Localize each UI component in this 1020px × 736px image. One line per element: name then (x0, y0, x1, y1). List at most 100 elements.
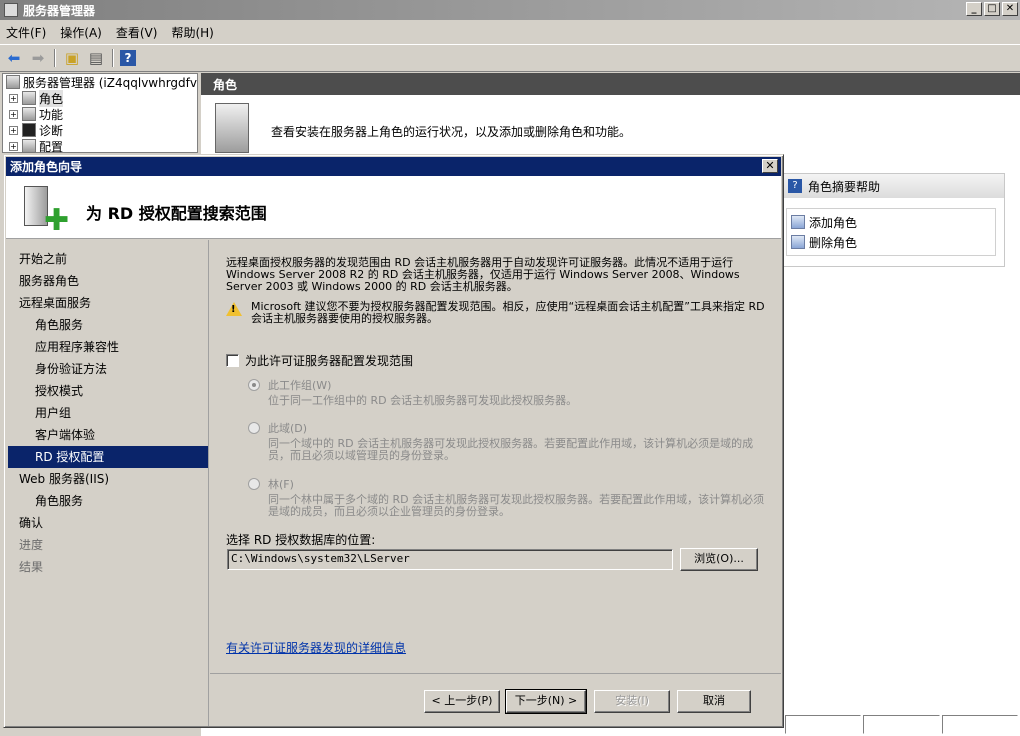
minimize-button[interactable]: _ (966, 2, 982, 16)
status-bar (783, 713, 1020, 736)
domain-desc: 同一个域中的 RD 会话主机服务器可发现此授权服务器。若要配置此作用域，该计算机… (268, 437, 754, 462)
expand-icon[interactable]: + (9, 141, 18, 151)
wizard-step-item: 进度 (19, 538, 44, 552)
wizard-step-item[interactable]: Web 服务器(IIS) (6, 468, 208, 490)
tree-item-label: 角色 (39, 89, 64, 107)
tree-item-label: 配置 (39, 139, 64, 154)
roles-summary-help[interactable]: ? 角色摘要帮助 (782, 174, 1004, 198)
menu-file[interactable]: 文件(F) (6, 24, 46, 41)
forest-label: 林(F) (268, 478, 294, 491)
next-button[interactable]: 下一步(N) > (505, 689, 587, 714)
status-section (941, 715, 1018, 734)
add-roles-label: 添加角色 (809, 215, 858, 230)
add-roles-icon (791, 215, 805, 229)
expand-icon[interactable]: + (9, 125, 18, 135)
intro-text: 远程桌面授权服务器的发现范围由 RD 会话主机服务器用于自动发现许可证服务器。此… (226, 256, 740, 293)
discovery-more-info-link[interactable]: 有关许可证服务器发现的详细信息 (226, 641, 406, 655)
wizard-close-button[interactable]: ✕ (762, 159, 778, 173)
tree-root[interactable]: 服务器管理器 (iZ4qqlvwhrgdfv (3, 74, 197, 90)
domain-radio[interactable] (248, 422, 260, 434)
workgroup-radio[interactable] (248, 379, 260, 391)
server-icon (6, 75, 20, 89)
warning-icon: ! (226, 302, 242, 316)
wizard-step-item[interactable]: RD 授权配置 (8, 446, 208, 468)
wizard-step-item: 结果 (19, 560, 44, 574)
show-hide-tree-icon[interactable]: ▤ (86, 48, 106, 68)
wizard-step-item[interactable]: 授权模式 (6, 380, 208, 402)
add-roles-wizard-dialog: 添加角色向导 ✕ ✚ 为 RD 授权配置搜索范围 开始之前 服务器角色 远程桌面服务… (3, 154, 784, 728)
diagnostics-icon (22, 123, 36, 137)
wizard-step-item[interactable]: 用户组 (6, 402, 208, 424)
wizard-step-item[interactable]: 确认 (6, 512, 208, 534)
roles-summary-panel: ? 角色摘要帮助 添加角色 删除角色 (781, 173, 1005, 267)
navigation-tree: 服务器管理器 (iZ4qqlvwhrgdfv + 角色 + 功能 + 诊断 + … (2, 73, 198, 154)
wizard-step-item[interactable]: 客户端体验 (6, 424, 208, 446)
option-workgroup[interactable]: 此工作组(W) 位于同一工作组中的 RD 会话主机服务器可发现此授权服务器。 (248, 378, 768, 407)
back-arrow-icon[interactable]: ⬅ (4, 48, 24, 68)
expand-icon[interactable]: + (9, 109, 18, 119)
option-domain[interactable]: 此域(D) 同一个域中的 RD 会话主机服务器可发现此授权服务器。若要配置此作用… (248, 421, 768, 462)
tree-item-label: 功能 (39, 107, 64, 122)
forest-radio[interactable] (248, 478, 260, 490)
wizard-step-item[interactable]: 角色服务 (6, 314, 208, 336)
maximize-button[interactable]: □ (984, 2, 1000, 16)
content-description: 查看安装在服务器上角色的运行状况，以及添加或删除角色和功能。 (271, 125, 632, 139)
configure-discovery-checkbox[interactable] (226, 354, 239, 367)
features-icon (22, 107, 36, 121)
help-icon: ? (788, 179, 802, 193)
main-window-titlebar: 服务器管理器 _ □ ✕ (0, 0, 1020, 20)
toolbar: ⬅ ➡ ▣ ▤ ? (0, 44, 1020, 72)
toolbar-separator (112, 49, 114, 67)
add-roles-link[interactable]: 添加角色 (791, 212, 995, 232)
wizard-step-item[interactable]: 应用程序兼容性 (6, 336, 208, 358)
remove-roles-link[interactable]: 删除角色 (791, 232, 995, 252)
wizard-step-item[interactable]: 远程桌面服务 (6, 292, 208, 314)
warning-text: Microsoft 建议您不要为授权服务器配置发现范围。相反，应使用“远程桌面会… (251, 300, 765, 325)
install-button[interactable]: 安装(I) (594, 690, 670, 713)
forward-arrow-icon[interactable]: ➡ (28, 48, 48, 68)
content-header: 角色 (201, 73, 1020, 95)
up-folder-icon[interactable]: ▣ (62, 48, 82, 68)
workgroup-label: 此工作组(W) (268, 379, 332, 392)
workgroup-desc: 位于同一工作组中的 RD 会话主机服务器可发现此授权服务器。 (268, 394, 578, 407)
menu-help[interactable]: 帮助(H) (171, 24, 213, 41)
option-forest[interactable]: 林(F) 同一个林中属于多个域的 RD 会话主机服务器可发现此授权服务器。若要配… (248, 477, 768, 518)
tree-item-configuration[interactable]: + 配置 (3, 138, 197, 154)
close-button[interactable]: ✕ (1002, 2, 1018, 16)
tree-item-diagnostics[interactable]: + 诊断 (3, 122, 197, 138)
tree-root-label: 服务器管理器 (iZ4qqlvwhrgdfv (22, 75, 197, 90)
tree-item-label: 诊断 (39, 123, 64, 138)
configuration-icon (22, 139, 36, 153)
main-window-title: 服务器管理器 (23, 3, 96, 18)
menu-bar: 文件(F) 操作(A) 查看(V) 帮助(H) (0, 20, 1020, 44)
menu-view[interactable]: 查看(V) (116, 24, 158, 41)
remove-roles-icon (791, 235, 805, 249)
wizard-button-bar: < 上一步(P) 下一步(N) > 安装(I) 取消 (210, 673, 781, 726)
add-role-server-icon: ✚ (20, 184, 69, 236)
status-section (785, 715, 862, 734)
forest-desc: 同一个林中属于多个域的 RD 会话主机服务器可发现此授权服务器。若要配置此作用域… (268, 493, 765, 518)
wizard-step-nav: 开始之前 服务器角色 远程桌面服务 角色服务 应用程序兼容性 身份验证方法 授权模式 用户组客… (6, 240, 209, 726)
remove-roles-label: 删除角色 (809, 235, 858, 250)
browse-button[interactable]: 浏览(O)... (680, 548, 758, 571)
server-manager-icon (4, 3, 18, 17)
expand-icon[interactable]: + (9, 93, 18, 103)
domain-label: 此域(D) (268, 422, 308, 435)
wizard-header: ✚ 为 RD 授权配置搜索范围 (6, 176, 781, 239)
wizard-step-item[interactable]: 角色服务 (6, 490, 208, 512)
menu-action[interactable]: 操作(A) (60, 24, 102, 41)
database-location-field[interactable]: C:\Windows\system32\LServer (227, 549, 673, 570)
wizard-step-item[interactable]: 开始之前 (6, 248, 208, 270)
configure-discovery-label: 为此许可证服务器配置发现范围 (245, 354, 414, 368)
back-button[interactable]: < 上一步(P) (424, 690, 500, 713)
tree-item-features[interactable]: + 功能 (3, 106, 197, 122)
tree-item-roles[interactable]: + 角色 (3, 89, 197, 107)
configure-discovery-checkbox-row[interactable]: 为此许可证服务器配置发现范围 (226, 352, 413, 369)
toolbar-separator (54, 49, 56, 67)
wizard-title: 添加角色向导 (10, 160, 83, 174)
cancel-button[interactable]: 取消 (677, 690, 751, 713)
wizard-titlebar: 添加角色向导 ✕ (6, 157, 781, 176)
wizard-step-item[interactable]: 身份验证方法 (6, 358, 208, 380)
wizard-step-item[interactable]: 服务器角色 (6, 270, 208, 292)
help-icon[interactable]: ? (120, 50, 136, 66)
